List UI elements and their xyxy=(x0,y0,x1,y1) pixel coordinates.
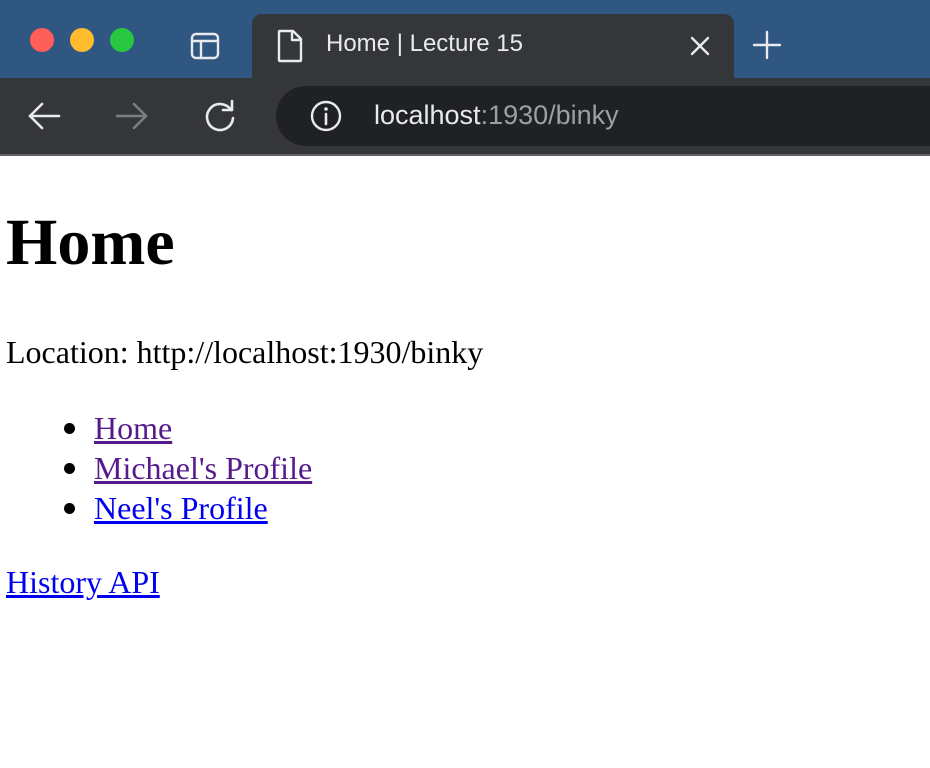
list-item: Michael's Profile xyxy=(0,448,312,488)
arrow-right-icon[interactable] xyxy=(114,98,150,134)
history-api-link[interactable]: History API xyxy=(6,562,160,602)
michaels-profile-link[interactable]: Michael's Profile xyxy=(94,450,312,486)
bullet xyxy=(64,503,75,514)
list-item: Neel's Profile xyxy=(0,488,312,528)
home-link[interactable]: Home xyxy=(94,410,172,446)
nav-list: Home Michael's Profile Neel's Profile xyxy=(0,408,312,528)
arrow-left-icon[interactable] xyxy=(26,98,62,134)
sidebar-icon[interactable] xyxy=(190,31,220,61)
tab-strip: Home | Lecture 15 xyxy=(0,0,930,78)
minimize-window-button[interactable] xyxy=(70,28,94,52)
address-bar[interactable]: localhost:1930/binky xyxy=(276,86,930,146)
bullet xyxy=(64,463,75,474)
page-icon xyxy=(277,29,303,63)
bullet xyxy=(64,423,75,434)
close-window-button[interactable] xyxy=(30,28,54,52)
list-item: Home xyxy=(0,408,312,448)
url-path: :1930/binky xyxy=(480,100,619,130)
url-text[interactable]: localhost:1930/binky xyxy=(374,100,619,131)
tab-title: Home | Lecture 15 xyxy=(326,30,524,57)
reload-icon[interactable] xyxy=(202,98,238,134)
location-text: Location: http://localhost:1930/binky xyxy=(6,334,484,370)
plus-icon[interactable] xyxy=(752,30,782,60)
page-title: Home xyxy=(6,206,175,279)
url-host: localhost xyxy=(374,100,481,130)
page-content: Home Location: http://localhost:1930/bin… xyxy=(0,156,930,768)
zoom-window-button[interactable] xyxy=(110,28,134,52)
close-icon[interactable] xyxy=(688,34,712,58)
info-icon[interactable] xyxy=(310,100,342,132)
neels-profile-link[interactable]: Neel's Profile xyxy=(94,490,268,526)
active-tab[interactable]: Home | Lecture 15 xyxy=(252,14,734,78)
